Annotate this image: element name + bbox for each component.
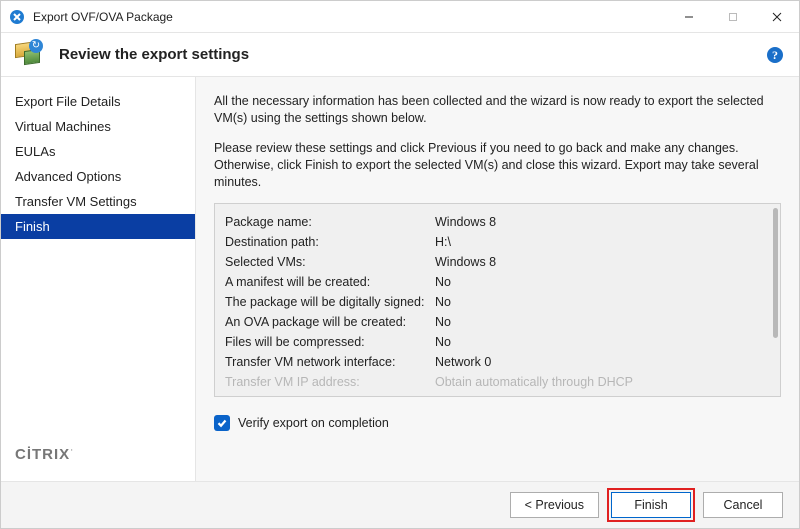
summary-row: A manifest will be created:No (225, 272, 764, 292)
verify-checkbox[interactable] (214, 415, 230, 431)
summary-row: Files will be compressed:No (225, 332, 764, 352)
minimize-button[interactable] (667, 1, 711, 32)
export-ovf-window: Export OVF/OVA Package ↻ Review the expo… (0, 0, 800, 529)
summary-row: Selected VMs:Windows 8 (225, 252, 764, 272)
summary-scrollbar[interactable] (773, 208, 778, 392)
window-controls (667, 1, 799, 32)
help-button[interactable]: ? (765, 45, 785, 65)
finish-highlight: Finish (607, 488, 695, 522)
wizard-footer: < Previous Finish Cancel (1, 482, 799, 528)
sidebar-item-eulas[interactable]: EULAs (1, 139, 195, 164)
sidebar-item-export-file-details[interactable]: Export File Details (1, 89, 195, 114)
brand-dot: ˙ (70, 448, 75, 462)
wizard-icon: ↻ (15, 41, 47, 69)
summary-row: Package name:Windows 8 (225, 212, 764, 232)
sidebar-item-advanced-options[interactable]: Advanced Options (1, 164, 195, 189)
finish-button[interactable]: Finish (611, 492, 691, 518)
wizard-body: Export File Details Virtual Machines EUL… (1, 77, 799, 482)
sidebar-item-finish[interactable]: Finish (1, 214, 195, 239)
brand-logo: CİTRIX˙ (1, 438, 195, 481)
svg-text:?: ? (772, 48, 778, 62)
brand-text: CİTRIX (15, 446, 70, 463)
titlebar[interactable]: Export OVF/OVA Package (1, 1, 799, 33)
window-title: Export OVF/OVA Package (33, 10, 667, 24)
summary-row: Transfer VM network interface:Network 0 (225, 352, 764, 372)
wizard-header: ↻ Review the export settings ? (1, 33, 799, 77)
summary-panel: Package name:Windows 8 Destination path:… (214, 203, 781, 397)
close-button[interactable] (755, 1, 799, 32)
summary-row: Transfer VM IP address:Obtain automatica… (225, 372, 764, 392)
app-icon (9, 9, 25, 25)
sidebar-item-transfer-vm-settings[interactable]: Transfer VM Settings (1, 189, 195, 214)
intro-paragraph-2: Please review these settings and click P… (214, 140, 781, 192)
summary-row: The package will be digitally signed:No (225, 292, 764, 312)
cancel-button[interactable]: Cancel (703, 492, 783, 518)
previous-button[interactable]: < Previous (510, 492, 599, 518)
intro-paragraph-1: All the necessary information has been c… (214, 93, 781, 128)
sidebar-item-virtual-machines[interactable]: Virtual Machines (1, 114, 195, 139)
verify-label: Verify export on completion (238, 416, 389, 430)
wizard-sidebar: Export File Details Virtual Machines EUL… (1, 77, 196, 481)
wizard-main: All the necessary information has been c… (196, 77, 799, 481)
maximize-button[interactable] (711, 1, 755, 32)
verify-row[interactable]: Verify export on completion (214, 415, 781, 431)
summary-row: Destination path:H:\ (225, 232, 764, 252)
wizard-title: Review the export settings (59, 46, 765, 63)
summary-row: An OVA package will be created:No (225, 312, 764, 332)
